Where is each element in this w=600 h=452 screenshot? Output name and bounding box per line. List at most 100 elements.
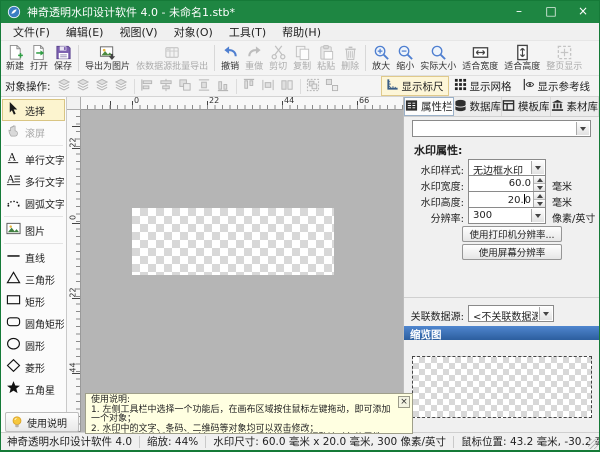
- save-button[interactable]: 保存: [51, 42, 75, 74]
- save-label: 保存: [54, 62, 72, 73]
- fit-height-button[interactable]: 适合高度: [501, 42, 543, 74]
- tab-templates[interactable]: 模板库: [502, 97, 551, 116]
- tool-triangle[interactable]: 三角形: [2, 268, 65, 290]
- fit-width-label: 适合宽度: [462, 62, 498, 73]
- tool-line-label: 直线: [25, 250, 45, 265]
- delete-button: 删除: [338, 42, 362, 74]
- batch-export-icon: [164, 44, 181, 62]
- cut-icon: [270, 44, 287, 62]
- menu-item-tools[interactable]: 工具(T): [221, 24, 274, 40]
- : [537, 178, 543, 182]
- resolution-select[interactable]: 300: [468, 207, 546, 224]
- close-button[interactable]: ×: [567, 1, 599, 23]
- view-toggles: 显示标尺 显示网格 显示参考线: [381, 76, 596, 96]
- ungroup-button: [323, 78, 342, 95]
- watermark-width-spin-up[interactable]: [534, 176, 545, 184]
- tool-line[interactable]: 直线: [2, 246, 65, 268]
- fit-width-button[interactable]: 适合宽度: [459, 42, 501, 74]
- undo-button[interactable]: 撤销: [218, 42, 242, 74]
- tab-database[interactable]: 数据库: [454, 97, 503, 116]
- menu-item-object[interactable]: 对象(O): [166, 24, 221, 40]
- vertical-ruler: 2202244: [67, 110, 81, 432]
- new-button[interactable]: 新建: [3, 42, 27, 74]
- separator: [236, 79, 237, 94]
- tool-single-line-text[interactable]: A单行文字: [2, 148, 65, 170]
- tool-diamond[interactable]: 菱形: [2, 356, 65, 378]
- menu-item-edit[interactable]: 编辑(E): [58, 24, 112, 40]
- tool-rounded-rectangle[interactable]: 圆角矩形: [2, 312, 65, 334]
- distribute-vertical-button: [195, 78, 214, 95]
- cursor-icon: [6, 101, 21, 119]
- watermark-height-spin-up[interactable]: [534, 192, 545, 200]
- align-top-button: [240, 78, 259, 95]
- ruler-label: 22: [209, 97, 219, 105]
- panel-tabs: 属性栏 数据库模板库素材库: [404, 97, 599, 117]
- rounded-rect-icon: [6, 314, 21, 332]
- tab-properties[interactable]: 属性栏: [404, 97, 454, 116]
- chevron-down-icon[interactable]: [576, 122, 589, 135]
- actual-size-button[interactable]: 实际大小: [417, 42, 459, 74]
- tool-rectangle[interactable]: 矩形: [2, 290, 65, 312]
- canvas[interactable]: [81, 110, 403, 432]
- watermark-object[interactable]: [132, 208, 334, 275]
- paste-icon: [318, 44, 335, 62]
- chevron-down-icon[interactable]: [531, 209, 544, 222]
- show-grid-toggle[interactable]: 显示网格: [449, 76, 517, 96]
- chevron-down-icon[interactable]: [539, 307, 552, 320]
- window-controls: – □ ×: [503, 1, 599, 23]
- chevron-down-icon[interactable]: [531, 161, 544, 174]
- show-guides-toggle[interactable]: 显示参考线: [517, 76, 596, 96]
- menu-item-view[interactable]: 视图(V): [111, 24, 165, 40]
- zoom-in-button[interactable]: 放大: [369, 42, 393, 74]
- database-icon: [454, 99, 467, 115]
- zoom-out-label: 缩小: [396, 62, 414, 73]
- object-selector[interactable]: [412, 120, 591, 137]
- tab-database-label: 数据库: [470, 99, 502, 114]
- resize-grip[interactable]: [588, 439, 598, 449]
- datasource-select[interactable]: <不关联数据源>: [468, 305, 554, 322]
- minimize-button[interactable]: –: [503, 1, 535, 23]
- tool-arc-text[interactable]: 圆弧文字: [2, 192, 65, 214]
- tool-circle[interactable]: 圆形: [2, 334, 65, 356]
- line-icon: [6, 248, 21, 266]
- layers-icon: [114, 78, 128, 95]
- tool-star[interactable]: 五角星: [2, 378, 65, 400]
- show-grid-label: 显示网格: [470, 79, 512, 94]
- watermark-width-input[interactable]: 60.0: [468, 175, 546, 192]
- align-bottom-icon: [216, 78, 230, 95]
- arc-text-icon: [6, 194, 21, 212]
- fit-page-button: 整页显示: [543, 42, 585, 74]
- tool-select-label: 选择: [25, 103, 45, 118]
- tool-single-line-text-label: 单行文字: [25, 152, 65, 167]
- maximize-button[interactable]: □: [535, 1, 567, 23]
- open-button[interactable]: 打开: [27, 42, 51, 74]
- close-icon[interactable]: ×: [398, 396, 410, 408]
- app-logo-icon: [7, 5, 21, 19]
- tool-select[interactable]: 选择: [2, 99, 65, 121]
- fit-width-icon: [472, 44, 489, 62]
- use-printer-resolution-button[interactable]: 使用打印机分辨率...: [462, 226, 562, 242]
- tab-materials[interactable]: 素材库: [551, 97, 600, 116]
- tool-rectangle-label: 矩形: [25, 294, 45, 309]
- watermark-style-row: 水印样式:无边框水印: [404, 159, 599, 176]
- show-ruler-toggle[interactable]: 显示标尺: [381, 76, 449, 96]
- move-layer-down-button: [93, 78, 112, 95]
- tool-multi-line-text[interactable]: A多行文字: [2, 170, 65, 192]
- menu-item-file[interactable]: 文件(F): [5, 24, 58, 40]
- tool-image[interactable]: 图片: [2, 219, 65, 241]
- copy-label: 复制: [293, 62, 311, 73]
- tool-multi-line-text-label: 多行文字: [25, 174, 65, 189]
- menu-item-help[interactable]: 帮助(H): [274, 24, 329, 40]
- align-bottom-button: [214, 78, 233, 95]
- workspace: 选择滚屏A单行文字A多行文字圆弧文字图片直线三角形矩形圆角矩形圆形菱形五角星 0…: [1, 97, 599, 432]
- watermark-width-spin-down[interactable]: [534, 184, 545, 191]
- watermark-height-input[interactable]: 20.0: [468, 191, 546, 208]
- watermark-style-select[interactable]: 无边框水印: [468, 159, 546, 176]
- usage-help-button[interactable]: 使用说明: [5, 412, 79, 432]
- show-guides-label: 显示参考线: [538, 79, 591, 94]
- tool-image-label: 图片: [25, 223, 45, 238]
- use-screen-resolution-button[interactable]: 使用屏幕分辨率: [462, 244, 562, 260]
- zoom-out-button[interactable]: 缩小: [393, 42, 417, 74]
- watermark-height-spin-down[interactable]: [534, 200, 545, 207]
- export-image-button[interactable]: 导出为图片: [82, 42, 133, 74]
